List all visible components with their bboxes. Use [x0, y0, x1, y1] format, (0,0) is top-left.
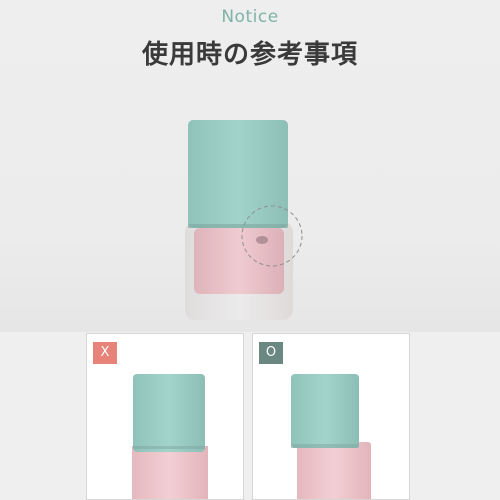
- notice-eyebrow: Notice: [221, 7, 279, 27]
- hero-section: Notice 使用時の参考事項: [0, 0, 500, 332]
- bottle-cap: [188, 120, 288, 228]
- incorrect-badge: X: [93, 342, 117, 364]
- incorrect-example-panel: X: [86, 333, 244, 500]
- correct-example-panel: O: [252, 333, 410, 500]
- bottle-liquid: [194, 228, 284, 294]
- hero-bottle-illustration: [185, 120, 303, 320]
- correct-badge: O: [259, 342, 283, 364]
- page-title: 使用時の参考事項: [141, 40, 358, 70]
- gap-mark: [256, 236, 268, 244]
